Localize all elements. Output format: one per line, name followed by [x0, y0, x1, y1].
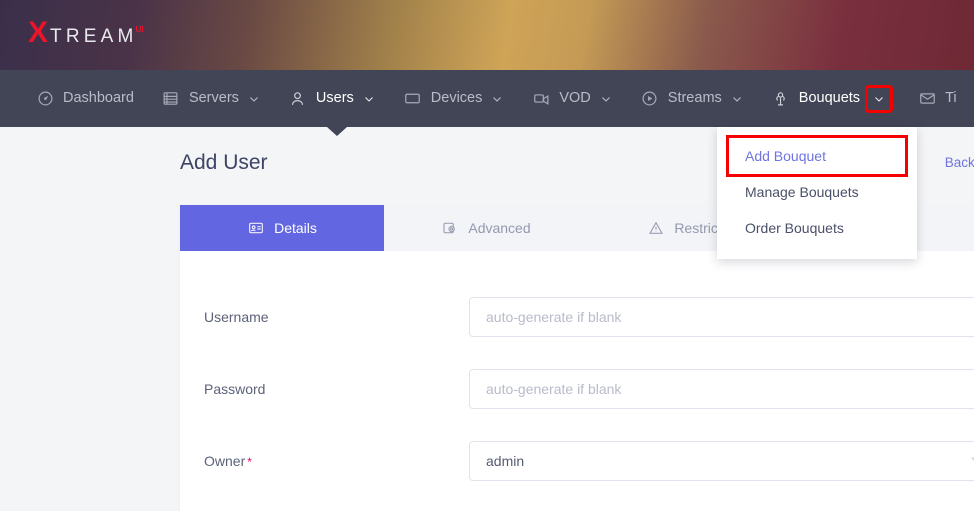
- nav-item-vod[interactable]: VOD: [518, 70, 626, 127]
- nav-label-devices: Devices: [430, 90, 483, 107]
- nav-item-bouquets[interactable]: Bouquets: [758, 70, 904, 127]
- nav-item-servers[interactable]: Servers: [148, 70, 275, 127]
- device-screen-icon: [404, 90, 422, 108]
- warning-triangle-icon: [647, 220, 664, 237]
- bouquets-dropdown-menu: Add Bouquet Manage Bouquets Order Bouque…: [717, 127, 917, 259]
- dashboard-gauge-icon: [36, 90, 54, 108]
- username-input[interactable]: [469, 297, 974, 337]
- server-rack-icon: [162, 90, 180, 108]
- required-asterisk: *: [247, 455, 252, 469]
- bouquet-flower-icon: [772, 90, 790, 108]
- chevron-down-icon[interactable]: [730, 92, 744, 106]
- id-card-icon: [247, 220, 264, 237]
- control-password: [469, 369, 974, 409]
- page-title: Add User: [180, 151, 268, 174]
- label-password: Password: [204, 381, 266, 397]
- dropdown-item-add-bouquet[interactable]: Add Bouquet: [726, 135, 908, 177]
- chevron-down-icon[interactable]: [247, 92, 261, 106]
- nav-item-dashboard[interactable]: Dashboard: [22, 70, 148, 127]
- nav-item-tickets[interactable]: Ti: [904, 70, 971, 127]
- logo-superscript: UI: [135, 25, 144, 34]
- play-circle-icon: [641, 90, 659, 108]
- chevron-down-icon[interactable]: [599, 92, 613, 106]
- control-username: [469, 297, 974, 337]
- nav-item-users[interactable]: Users: [275, 70, 390, 127]
- nav-item-streams[interactable]: Streams: [627, 70, 758, 127]
- nav-item-devices[interactable]: Devices: [390, 70, 519, 127]
- back-to-users-link[interactable]: Back to Us: [945, 155, 974, 170]
- label-owner: Owner *: [204, 453, 469, 469]
- active-menu-pointer: [327, 127, 347, 136]
- xtream-logo[interactable]: X TREAM UI: [28, 18, 146, 48]
- application-window: X TREAM UI Dashboard Servers Users Devic…: [0, 0, 974, 511]
- form-row-username: Username: [180, 281, 974, 353]
- brand-banner: X TREAM UI: [0, 0, 974, 70]
- tab-label-advanced: Advanced: [468, 220, 531, 236]
- settings-cog-icon: [441, 220, 458, 237]
- dropdown-item-manage-bouquets[interactable]: Manage Bouquets: [717, 174, 917, 210]
- chevron-down-icon[interactable]: [490, 92, 504, 106]
- owner-select[interactable]: admin: [469, 441, 974, 481]
- form-row-password: Password: [180, 353, 974, 425]
- label-owner-text: Owner: [204, 453, 246, 469]
- logo-letter-x: X: [28, 16, 49, 49]
- owner-select-value: admin: [486, 453, 525, 469]
- password-input[interactable]: [469, 369, 974, 409]
- nav-label-tickets: Ti: [945, 90, 957, 107]
- label-username: Username: [204, 309, 269, 325]
- tab-label-details: Details: [274, 220, 317, 236]
- main-navigation-bar: Dashboard Servers Users Devices VOD Stre…: [0, 70, 974, 127]
- nav-label-dashboard: Dashboard: [63, 90, 134, 107]
- nav-label-bouquets: Bouquets: [798, 90, 861, 107]
- nav-label-streams: Streams: [667, 90, 722, 107]
- chevron-down-icon-bouquets-highlighted[interactable]: [865, 84, 894, 113]
- video-camera-icon: [532, 90, 550, 108]
- tab-advanced[interactable]: Advanced: [384, 205, 588, 251]
- dropdown-item-order-bouquets[interactable]: Order Bouquets: [717, 210, 917, 246]
- nav-label-vod: VOD: [559, 90, 591, 107]
- nav-label-users: Users: [315, 90, 354, 107]
- tab-details[interactable]: Details: [180, 205, 384, 251]
- nav-label-servers: Servers: [188, 90, 239, 107]
- chevron-down-icon[interactable]: [362, 92, 376, 106]
- form-row-owner: Owner * admin: [180, 425, 974, 497]
- envelope-mail-icon: [918, 90, 936, 108]
- user-person-icon: [289, 90, 307, 108]
- add-user-form: Username Password Owner*: [180, 251, 974, 511]
- logo-wordmark: TREAM: [50, 26, 138, 47]
- control-owner: admin: [469, 441, 974, 481]
